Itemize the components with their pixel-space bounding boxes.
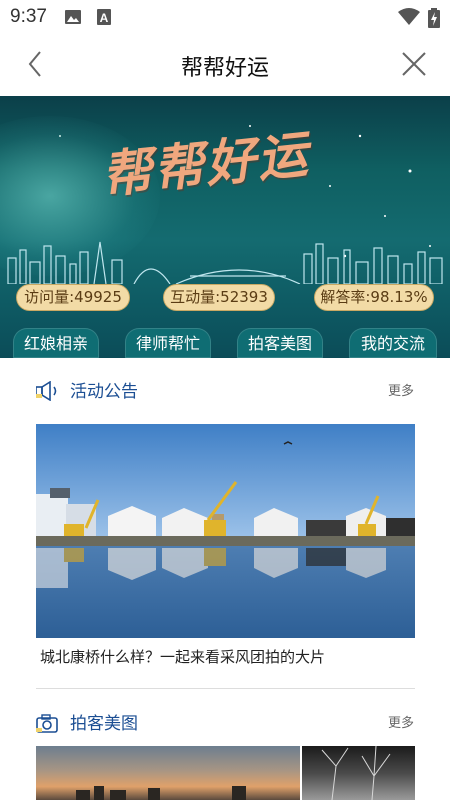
answer-rate-stat: 解答率:98.13% xyxy=(314,284,434,311)
status-bar: 9:37 A xyxy=(0,0,450,34)
wifi-icon xyxy=(398,8,420,25)
news-caption[interactable]: 城北康桥什么样？一起来看采风团拍的大片 xyxy=(40,646,325,667)
city-sunset-photo xyxy=(76,786,246,800)
app-header: 帮帮好运 xyxy=(0,34,450,96)
text-a-icon: A xyxy=(97,9,111,25)
nav-matchmaking[interactable]: 红娘相亲 xyxy=(13,328,99,358)
city-skyline xyxy=(7,241,443,284)
photo-thumbnail[interactable] xyxy=(302,746,415,800)
speaker-icon xyxy=(36,381,57,401)
nav-my-exchange[interactable]: 我的交流 xyxy=(349,328,437,358)
close-button[interactable] xyxy=(396,46,432,82)
camera-icon xyxy=(36,714,58,733)
interactions-stat: 互动量:52393 xyxy=(163,284,275,311)
announcements-more-link[interactable]: 更多 xyxy=(388,380,414,399)
page-title: 帮帮好运 xyxy=(180,56,269,81)
news-photo xyxy=(36,424,415,638)
close-icon xyxy=(402,52,426,76)
status-time: 9:37 xyxy=(10,6,47,27)
nav-lawyer-help[interactable]: 律师帮忙 xyxy=(125,328,211,358)
svg-text:A: A xyxy=(100,11,109,25)
visits-stat: 访问量:49925 xyxy=(16,284,130,311)
photos-title: 拍客美图 xyxy=(70,714,138,734)
bw-tree-photo xyxy=(321,746,391,800)
photo-thumbnail[interactable] xyxy=(36,746,300,800)
battery-charging-icon xyxy=(428,8,440,28)
news-image[interactable] xyxy=(36,424,415,638)
photos-more-link[interactable]: 更多 xyxy=(388,712,414,731)
image-icon xyxy=(65,10,81,24)
hero-banner: 帮帮好运 访问量:49925 互动量:52393 解答率:98.13% 红娘相亲… xyxy=(0,96,450,358)
section-divider xyxy=(36,688,415,689)
announcements-title: 活动公告 xyxy=(70,382,138,402)
nav-photo-gallery[interactable]: 拍客美图 xyxy=(237,328,323,358)
